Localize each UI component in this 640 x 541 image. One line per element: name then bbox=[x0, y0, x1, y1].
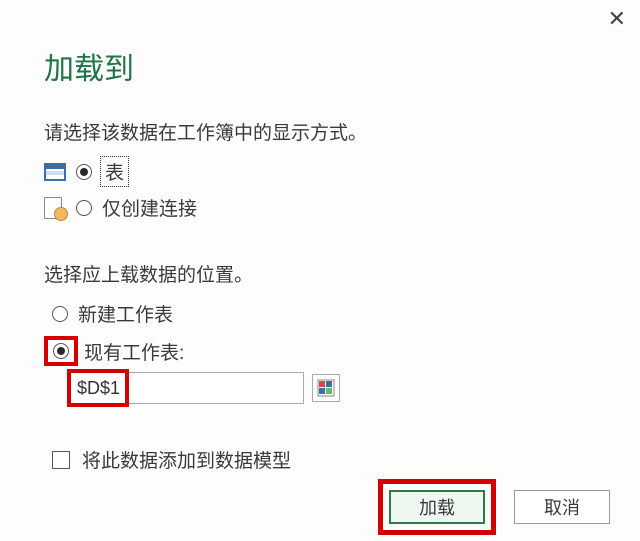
radio-connection-only[interactable] bbox=[76, 200, 92, 216]
radio-existing-sheet-label: 现有工作表: bbox=[84, 338, 184, 365]
radio-new-sheet[interactable] bbox=[52, 306, 68, 322]
cancel-button[interactable]: 取消 bbox=[514, 490, 610, 524]
dialog-buttons: 加载 取消 bbox=[378, 479, 610, 535]
display-prompt: 请选择该数据在工作簿中的显示方式。 bbox=[44, 118, 367, 145]
annotation-highlight: 加载 bbox=[378, 479, 496, 535]
radio-connection-only-label: 仅创建连接 bbox=[102, 194, 197, 221]
location-input-row: $D$1 bbox=[70, 372, 340, 404]
option-row-connection: 仅创建连接 bbox=[44, 194, 197, 221]
range-picker-button[interactable] bbox=[312, 374, 340, 402]
close-button[interactable]: ✕ bbox=[608, 8, 626, 30]
cell-reference-value: $D$1 bbox=[77, 378, 120, 399]
radio-new-sheet-label: 新建工作表 bbox=[78, 300, 173, 327]
radio-existing-sheet[interactable] bbox=[53, 343, 69, 359]
table-icon bbox=[44, 163, 66, 181]
data-model-row: 将此数据添加到数据模型 bbox=[52, 446, 291, 473]
dialog-title: 加载到 bbox=[44, 44, 134, 88]
load-button[interactable]: 加载 bbox=[389, 490, 485, 524]
checkbox-data-model[interactable] bbox=[52, 451, 70, 469]
option-row-new-sheet: 新建工作表 bbox=[52, 300, 173, 327]
radio-table-label: 表 bbox=[102, 158, 127, 185]
option-row-table: 表 bbox=[44, 158, 127, 185]
range-picker-icon bbox=[317, 379, 335, 397]
radio-table[interactable] bbox=[76, 164, 92, 180]
annotation-highlight bbox=[44, 336, 78, 366]
checkbox-data-model-label: 将此数据添加到数据模型 bbox=[82, 446, 291, 473]
option-row-existing-sheet: 现有工作表: bbox=[44, 336, 184, 366]
location-prompt: 选择应上载数据的位置。 bbox=[44, 260, 253, 287]
cell-reference-input[interactable]: $D$1 bbox=[70, 372, 304, 404]
connection-icon bbox=[44, 197, 66, 219]
